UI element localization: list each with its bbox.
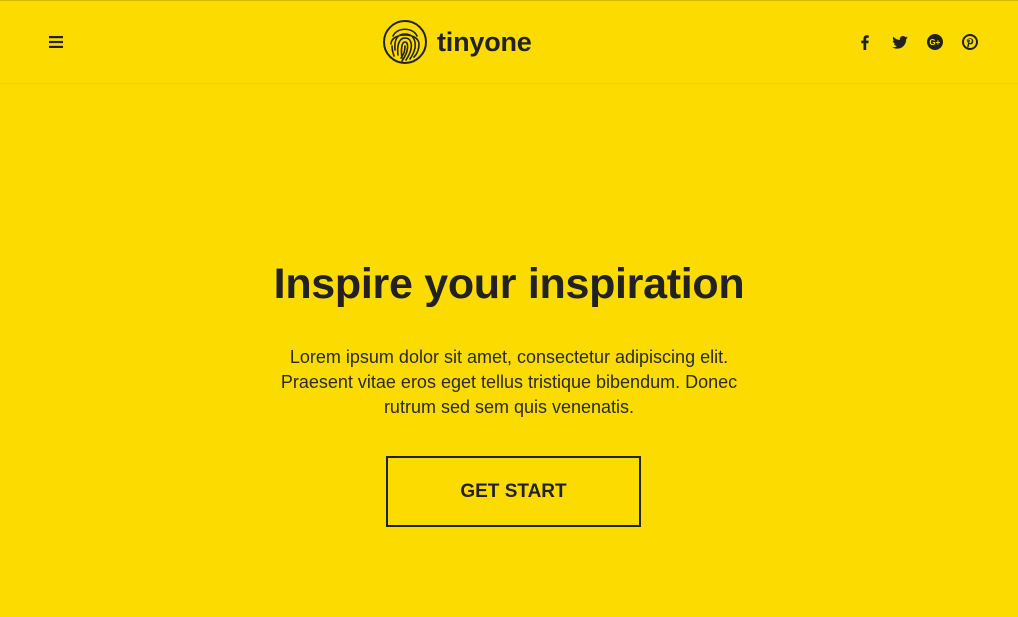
google-plus-link[interactable]: G+ [925,31,945,53]
twitter-link[interactable] [890,31,910,53]
social-links: G+ [840,31,980,53]
pinterest-icon [962,34,978,50]
brand-name: tinyone [437,27,532,57]
menu-toggle-button[interactable] [46,31,66,53]
hamburger-menu-icon [49,36,63,48]
brand-logo-link[interactable]: tinyone [383,20,532,64]
facebook-icon [861,34,869,50]
google-plus-icon: G+ [927,34,943,50]
get-start-button[interactable]: GET START [386,456,641,527]
facebook-link[interactable] [855,31,875,53]
hero-section: Inspire your inspiration Lorem ipsum dol… [0,84,1018,617]
twitter-icon [892,35,908,49]
hero-description: Lorem ipsum dolor sit amet, consectetur … [280,347,738,417]
pinterest-link[interactable] [960,31,980,53]
hero-title: Inspire your inspiration [273,260,745,308]
svg-text:G+: G+ [929,38,940,47]
fingerprint-icon [383,20,427,64]
site-header: tinyone G+ [0,1,1018,84]
